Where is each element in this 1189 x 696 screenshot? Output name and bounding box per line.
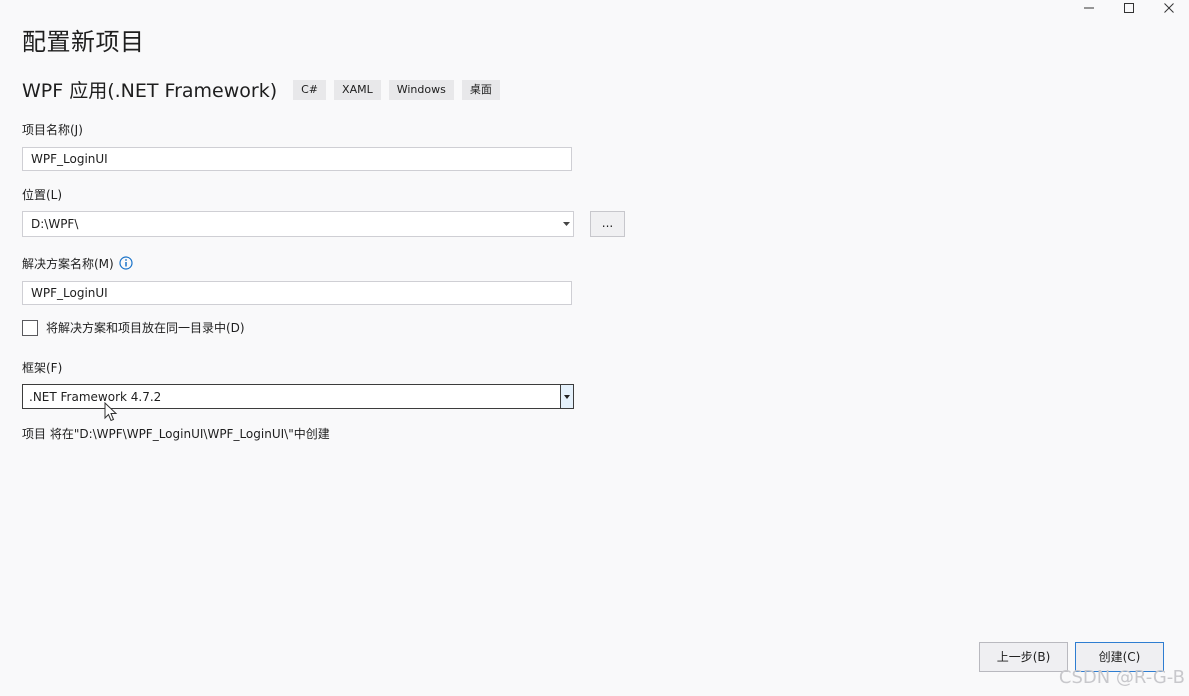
- chevron-down-icon: [562, 222, 570, 226]
- template-header: WPF 应用(.NET Framework) C# XAML Windows 桌…: [22, 76, 508, 103]
- watermark: CSDN @R-G-B: [1058, 667, 1185, 688]
- tag-windows: Windows: [388, 79, 454, 100]
- minimize-icon: [1084, 7, 1094, 9]
- maximize-button[interactable]: [1109, 0, 1149, 16]
- same-directory-checkbox[interactable]: [22, 319, 38, 336]
- solution-name-input[interactable]: [22, 281, 572, 305]
- location-label: 位置(L): [22, 188, 63, 202]
- framework-label: 框架(F): [22, 361, 63, 375]
- framework-dropdown-button[interactable]: [560, 385, 573, 408]
- maximize-icon: [1124, 3, 1134, 13]
- back-button[interactable]: 上一步(B): [979, 642, 1068, 672]
- project-name-label: 项目名称(J): [22, 123, 83, 137]
- page-title: 配置新项目: [22, 28, 145, 56]
- template-name: WPF 应用(.NET Framework): [22, 80, 278, 102]
- close-icon: [1164, 3, 1174, 13]
- project-name-input[interactable]: [22, 147, 572, 171]
- location-value: D:\WPF\: [31, 217, 79, 231]
- solution-name-label: 解决方案名称(M): [22, 257, 114, 271]
- same-directory-label: 将解决方案和项目放在同一目录中(D): [46, 321, 245, 335]
- browse-button[interactable]: ...: [590, 211, 625, 237]
- info-icon[interactable]: [119, 256, 133, 270]
- same-directory-option[interactable]: 将解决方案和项目放在同一目录中(D): [22, 319, 245, 336]
- window-controls: [1069, 0, 1189, 16]
- location-dropdown-button[interactable]: [559, 212, 573, 236]
- mouse-cursor-icon: [104, 402, 118, 422]
- chevron-down-icon: [564, 394, 570, 399]
- minimize-button[interactable]: [1069, 0, 1109, 16]
- location-combobox[interactable]: D:\WPF\: [22, 211, 574, 237]
- close-button[interactable]: [1149, 0, 1189, 16]
- tag-desktop: 桌面: [461, 79, 500, 100]
- tag-csharp: C#: [293, 79, 327, 100]
- project-location-info: 项目 将在"D:\WPF\WPF_LoginUI\WPF_LoginUI\"中创…: [22, 427, 330, 441]
- tag-xaml: XAML: [334, 79, 381, 100]
